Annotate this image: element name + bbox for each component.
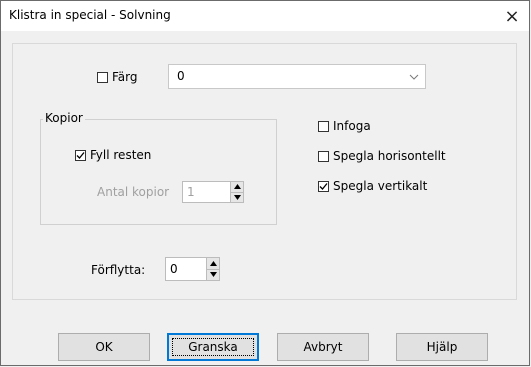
focus-indicator <box>172 338 254 356</box>
triangle-up-icon <box>209 260 217 266</box>
copy-count-down-button[interactable] <box>231 191 243 202</box>
mirror-horizontal-checkbox-label: Spegla horisontellt <box>333 149 446 163</box>
move-up-button[interactable] <box>207 258 219 269</box>
copies-group-label: Kopior <box>43 111 85 125</box>
move-stepper[interactable]: 0 <box>165 257 220 281</box>
color-checkbox[interactable]: Färg <box>97 70 138 84</box>
preview-button[interactable]: Granska <box>167 333 259 361</box>
fill-rest-checkbox[interactable]: Fyll resten <box>75 148 151 162</box>
triangle-down-icon <box>233 194 241 200</box>
move-label: Förflytta: <box>91 263 146 277</box>
insert-checkbox-box[interactable] <box>318 120 329 132</box>
help-button[interactable]: Hjälp <box>396 333 488 361</box>
color-checkbox-box[interactable] <box>97 71 108 83</box>
checkmark-icon <box>319 182 328 190</box>
close-button[interactable]: × <box>499 3 525 29</box>
fill-rest-checkbox-label: Fyll resten <box>90 148 152 162</box>
insert-checkbox-label: Infoga <box>333 119 371 133</box>
title-bar: Klistra in special - Solvning × <box>1 1 529 31</box>
cancel-button[interactable]: Avbryt <box>277 333 369 361</box>
close-icon: × <box>504 5 520 27</box>
window-title: Klistra in special - Solvning <box>9 8 171 22</box>
triangle-up-icon <box>233 184 241 190</box>
mirror-vertical-checkbox[interactable]: Spegla vertikalt <box>318 179 427 193</box>
color-combo[interactable]: 0 <box>168 64 426 89</box>
copy-count-label: Antal kopior <box>97 185 170 199</box>
ok-button[interactable]: OK <box>58 333 150 361</box>
move-spin-buttons <box>206 258 219 280</box>
insert-checkbox[interactable]: Infoga <box>318 119 371 133</box>
copy-count-stepper[interactable]: 1 <box>182 181 244 203</box>
color-combo-value: 0 <box>177 69 185 83</box>
mirror-vertical-checkbox-box[interactable] <box>318 180 329 192</box>
copies-group <box>40 119 277 225</box>
mirror-horizontal-checkbox[interactable]: Spegla horisontellt <box>318 149 446 163</box>
move-down-button[interactable] <box>207 268 219 280</box>
fill-rest-checkbox-box[interactable] <box>75 149 86 161</box>
mirror-vertical-checkbox-label: Spegla vertikalt <box>333 179 428 193</box>
copy-count-up-button[interactable] <box>231 182 243 192</box>
checkmark-icon <box>76 151 85 159</box>
copy-count-spin-buttons <box>230 182 243 202</box>
color-checkbox-label: Färg <box>112 70 138 84</box>
copy-count-value[interactable]: 1 <box>183 182 230 202</box>
move-value[interactable]: 0 <box>166 258 206 280</box>
dialog-window: Klistra in special - Solvning × Färg 0 K… <box>0 0 530 366</box>
chevron-down-icon[interactable] <box>409 71 419 85</box>
mirror-horizontal-checkbox-box[interactable] <box>318 150 329 162</box>
triangle-down-icon <box>209 272 217 278</box>
